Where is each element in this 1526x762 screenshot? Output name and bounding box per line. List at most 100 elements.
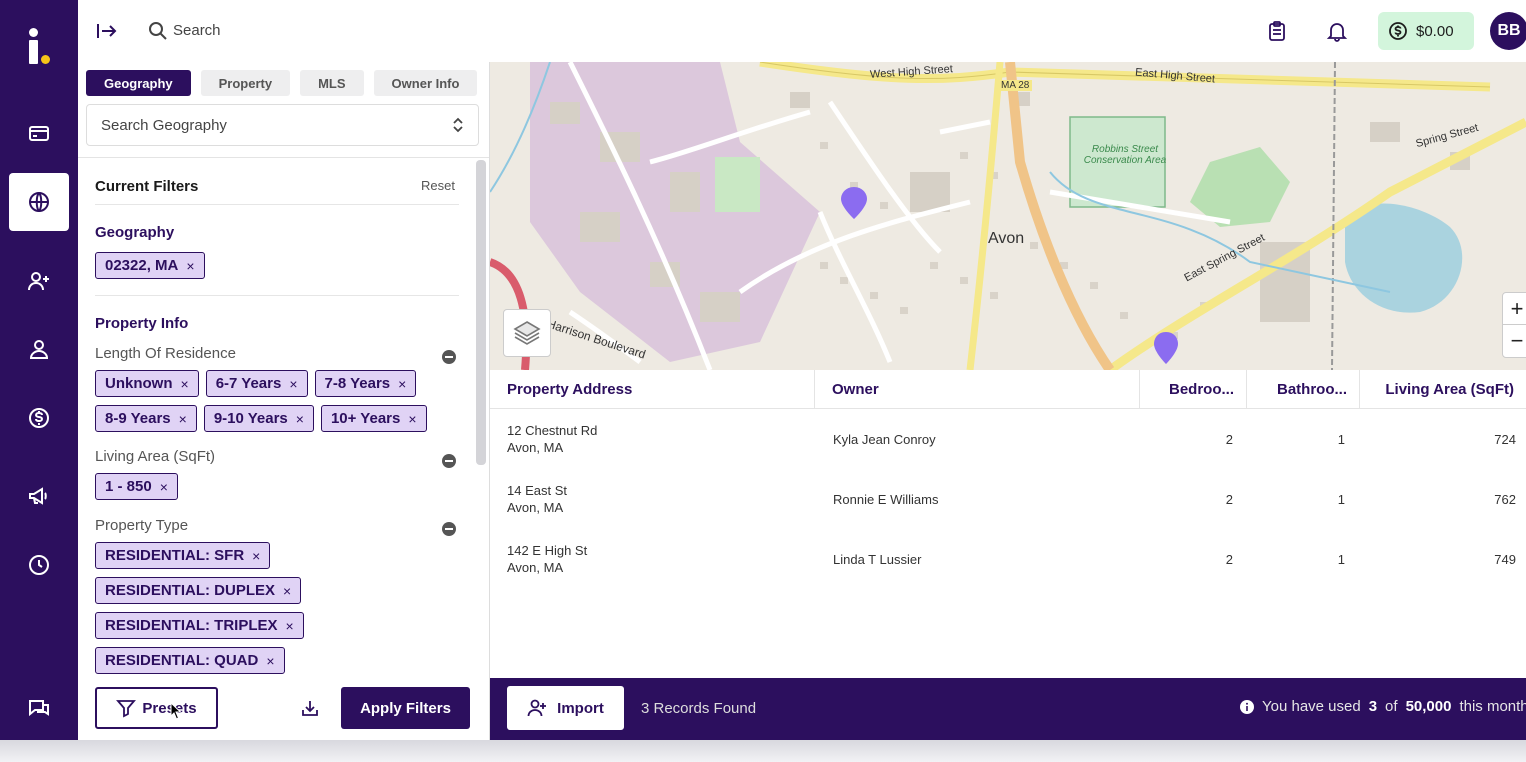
filter-chip[interactable]: 1 - 850 × (95, 473, 178, 500)
column-header-owner[interactable]: Owner (815, 370, 1140, 409)
filter-chip[interactable]: 02322, MA × (95, 252, 205, 279)
address-cell: 12 Chestnut Rd Avon, MA (507, 423, 598, 455)
zoom-in-button[interactable]: + (1503, 293, 1526, 325)
filter-funnel-icon (116, 700, 137, 718)
usage-notice: You have used 3 of 50,000 this month (1240, 698, 1526, 715)
reset-button[interactable]: Reset (421, 178, 455, 193)
top-bar: Search $0.00 BB (78, 0, 1526, 62)
filter-chip[interactable]: Unknown × (95, 370, 199, 397)
apply-filters-button[interactable]: Apply Filters (341, 687, 470, 729)
expand-sidebar-icon[interactable] (96, 20, 118, 42)
remove-chip-icon[interactable]: × (283, 583, 291, 599)
add-user-icon[interactable] (9, 252, 69, 310)
select-updown-icon (453, 117, 463, 133)
bell-icon[interactable] (1326, 20, 1348, 42)
property-type-label: Property Type (95, 517, 189, 534)
remove-chip-icon[interactable]: × (179, 411, 187, 427)
filter-chip[interactable]: 9-10 Years × (203, 405, 314, 432)
living-area-cell: 749 (1494, 552, 1516, 567)
table-row[interactable]: 14 East St Avon, MA Ronnie E Williams 2 1… (490, 470, 1526, 530)
balance-amount: $0.00 (1416, 22, 1454, 40)
zoom-out-button[interactable]: − (1503, 325, 1526, 357)
remove-chip-icon[interactable]: × (181, 376, 189, 392)
remove-chip-icon[interactable]: × (160, 479, 168, 495)
billing-card-icon[interactable] (9, 104, 69, 162)
filter-chip[interactable]: RESIDENTIAL: QUAD × (95, 647, 285, 674)
column-header-property-address[interactable]: Property Address (490, 370, 815, 409)
geography-chips: 02322, MA × (95, 252, 455, 279)
layers-icon (513, 321, 541, 345)
map-layers-button[interactable] (503, 309, 551, 357)
length-of-residence-label: Length Of Residence (95, 345, 236, 362)
address-cell: 14 East St Avon, MA (507, 483, 567, 515)
chat-icon[interactable] (9, 679, 69, 737)
presets-button[interactable]: Presets (95, 687, 218, 729)
tab-owner-info[interactable]: Owner Info (373, 70, 478, 96)
import-button[interactable]: Import (507, 686, 624, 730)
download-icon[interactable] (300, 698, 320, 718)
records-found-text: 3 Records Found (641, 700, 757, 717)
balance-badge[interactable]: $0.00 (1378, 12, 1474, 50)
remove-chip-icon[interactable]: × (186, 258, 194, 274)
clipboard-icon[interactable] (1266, 20, 1288, 42)
filter-tabs: Geography Property MLS Owner Info (86, 70, 478, 96)
collapse-group-icon[interactable] (442, 350, 456, 364)
remove-chip-icon[interactable]: × (398, 376, 406, 392)
property-info-section-title: Property Info (95, 315, 189, 332)
filter-chip[interactable]: RESIDENTIAL: SFR × (95, 542, 271, 569)
owner-cell: Kyla Jean Conroy (833, 432, 936, 447)
left-nav-rail (0, 0, 78, 740)
current-filters-scroll-area[interactable]: Current Filters Reset Geography 02322, M… (78, 158, 489, 676)
filter-chip[interactable]: 10+ Years × (320, 405, 427, 432)
column-header-bathrooms[interactable]: Bathroo... (1247, 370, 1360, 409)
filter-chip[interactable]: 6-7 Years × (205, 370, 308, 397)
filter-chip[interactable]: 7-8 Years × (314, 370, 417, 397)
app-logo[interactable] (26, 28, 56, 68)
import-label: Import (557, 699, 604, 717)
results-table: Property Address Owner Bedroo... Bathroo… (490, 370, 1526, 678)
owner-cell: Linda T Lussier (833, 552, 922, 567)
bedrooms-cell: 2 (1225, 552, 1233, 567)
table-row[interactable]: 142 E High St Avon, MA Linda T Lussier 2 … (490, 530, 1526, 590)
remove-chip-icon[interactable]: × (289, 376, 297, 392)
clock-icon[interactable] (9, 536, 69, 594)
search-icon[interactable] (148, 21, 168, 41)
avatar[interactable]: BB (1490, 12, 1526, 50)
geography-search-select[interactable]: Search Geography (86, 104, 479, 146)
tab-geography[interactable]: Geography (86, 70, 191, 96)
filter-chip[interactable]: 8-9 Years × (95, 405, 197, 432)
filter-panel: Geography Property MLS Owner Info Search… (78, 62, 490, 740)
column-header-living-area[interactable]: Living Area (SqFt) (1360, 370, 1526, 409)
bedrooms-cell: 2 (1225, 432, 1233, 447)
app-window: Search $0.00 BB Geography Property MLS O… (0, 0, 1526, 740)
table-row[interactable]: 12 Chestnut Rd Avon, MA Kyla Jean Conroy … (490, 410, 1526, 470)
remove-chip-icon[interactable]: × (286, 618, 294, 634)
bedrooms-cell: 2 (1225, 492, 1233, 507)
filter-chip[interactable]: RESIDENTIAL: TRIPLEX × (95, 612, 304, 639)
tab-mls[interactable]: MLS (300, 70, 364, 96)
bathrooms-cell: 1 (1337, 492, 1345, 507)
search-input[interactable]: Search (173, 22, 221, 39)
map-town-label: Avon (988, 230, 1025, 247)
remove-chip-icon[interactable]: × (266, 653, 274, 669)
remove-chip-icon[interactable]: × (252, 548, 260, 564)
contacts-icon[interactable] (9, 320, 69, 378)
collapse-group-icon[interactable] (442, 454, 456, 468)
living-area-cell: 762 (1494, 492, 1516, 507)
remove-chip-icon[interactable]: × (408, 411, 416, 427)
tab-property[interactable]: Property (200, 70, 291, 96)
dollar-icon[interactable] (9, 389, 69, 447)
length-of-residence-chips: Unknown × 6-7 Years × 7-8 Years × 8-9 Years… (95, 370, 455, 432)
living-area-cell: 724 (1494, 432, 1516, 447)
living-area-chips: 1 - 850 × (95, 473, 455, 500)
globe-icon[interactable] (9, 173, 69, 231)
scrollbar[interactable] (476, 160, 486, 465)
column-header-bedrooms[interactable]: Bedroo... (1140, 370, 1247, 409)
map-view[interactable]: Avon West High Street East High Street M… (490, 62, 1526, 370)
filter-chip[interactable]: RESIDENTIAL: DUPLEX × (95, 577, 302, 604)
remove-chip-icon[interactable]: × (296, 411, 304, 427)
collapse-group-icon[interactable] (442, 522, 456, 536)
address-cell: 142 E High St Avon, MA (507, 543, 588, 575)
divider (95, 295, 459, 296)
megaphone-icon[interactable] (9, 467, 69, 525)
